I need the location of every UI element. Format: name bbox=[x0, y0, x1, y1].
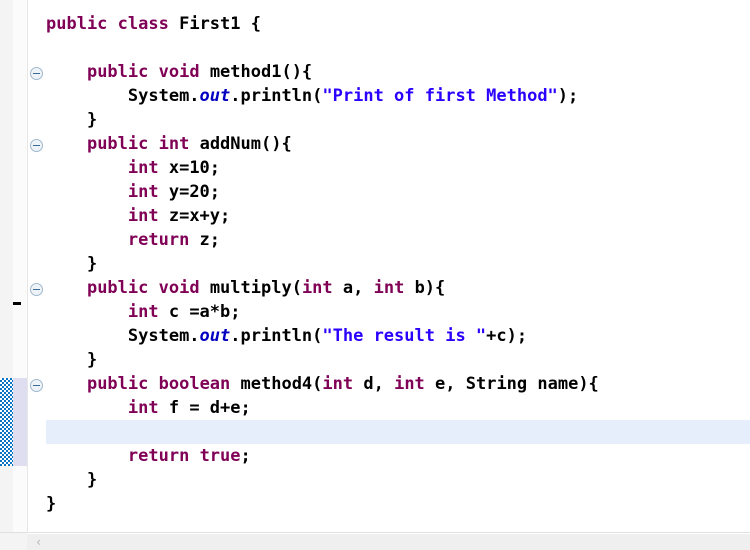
code-token: } bbox=[86, 110, 98, 130]
code-token: class bbox=[117, 14, 169, 34]
code-token: x=10; bbox=[158, 158, 221, 178]
code-token: } bbox=[46, 494, 57, 514]
code-token: y=20; bbox=[158, 182, 221, 202]
fold-widget-addnum[interactable] bbox=[30, 139, 43, 152]
code-token: ); bbox=[557, 86, 579, 106]
code-token: ; bbox=[240, 446, 251, 466]
fold-widget-method4[interactable] bbox=[30, 379, 43, 392]
code-token: out bbox=[199, 326, 231, 346]
code-token: int bbox=[127, 158, 159, 178]
code-line[interactable]: } bbox=[46, 108, 750, 132]
code-line[interactable]: int f = d+e; bbox=[46, 396, 750, 420]
code-line[interactable] bbox=[46, 36, 750, 60]
code-token: System. bbox=[127, 326, 200, 346]
code-token: int bbox=[322, 374, 354, 394]
code-token: } bbox=[86, 350, 98, 370]
code-line[interactable]: } bbox=[46, 492, 750, 516]
code-token: "The result is " bbox=[322, 326, 487, 346]
code-token: out bbox=[199, 86, 231, 106]
code-token: void bbox=[158, 278, 200, 298]
occurrence-marker-checker bbox=[0, 378, 13, 466]
fold-dash-multiply-end bbox=[13, 302, 21, 305]
fold-widget-multiply[interactable] bbox=[30, 283, 43, 296]
code-line[interactable]: public boolean method4(int d, int e, Str… bbox=[46, 372, 750, 396]
code-token: int bbox=[301, 278, 333, 298]
code-token: void bbox=[158, 62, 200, 82]
code-line[interactable]: public void multiply(int a, int b){ bbox=[46, 276, 750, 300]
scrollbar-corner bbox=[0, 533, 27, 550]
code-token: public bbox=[86, 374, 149, 394]
code-line[interactable]: System.out.println("Print of first Metho… bbox=[46, 84, 750, 108]
code-token: e, String name){ bbox=[424, 374, 599, 394]
java-code-editor[interactable]: public class First1 { public void method… bbox=[0, 0, 750, 550]
code-token: b){ bbox=[404, 278, 446, 298]
code-token: int bbox=[127, 182, 159, 202]
code-token: } bbox=[86, 470, 98, 490]
code-token: boolean bbox=[158, 374, 231, 394]
code-token: method1(){ bbox=[199, 62, 313, 82]
code-line[interactable]: int x=10; bbox=[46, 156, 750, 180]
code-token: addNum(){ bbox=[189, 134, 292, 154]
code-token: int bbox=[127, 398, 159, 418]
code-line[interactable]: return z; bbox=[46, 228, 750, 252]
code-line[interactable]: int z=x+y; bbox=[46, 204, 750, 228]
code-token: z; bbox=[189, 230, 221, 250]
code-line[interactable]: public int addNum(){ bbox=[46, 132, 750, 156]
code-token: int bbox=[394, 374, 425, 394]
code-token: .println( bbox=[230, 326, 323, 346]
code-token: public bbox=[46, 14, 108, 34]
code-token: public bbox=[86, 62, 149, 82]
code-line[interactable]: int y=20; bbox=[46, 180, 750, 204]
code-line[interactable]: } bbox=[46, 348, 750, 372]
scroll-left-arrow-icon[interactable]: ‹ bbox=[33, 536, 44, 548]
code-line[interactable]: return true; bbox=[46, 444, 750, 468]
code-token: +c); bbox=[486, 326, 528, 346]
code-token: c =a*b; bbox=[158, 302, 241, 322]
code-token: z=x+y; bbox=[158, 206, 231, 226]
code-token: .println( bbox=[230, 86, 323, 106]
code-token: d, bbox=[353, 374, 395, 394]
code-token: return bbox=[127, 230, 190, 250]
code-line[interactable]: public void method1(){ bbox=[46, 60, 750, 84]
code-token: a, bbox=[332, 278, 374, 298]
code-token: int bbox=[127, 206, 159, 226]
code-token: true bbox=[199, 446, 241, 466]
fold-widget-method1[interactable] bbox=[30, 67, 43, 80]
code-token: f = d+e; bbox=[158, 398, 251, 418]
code-line[interactable]: public class First1 { bbox=[46, 12, 750, 36]
current-line-highlight bbox=[46, 420, 750, 444]
code-token: public bbox=[86, 134, 149, 154]
code-token: int bbox=[373, 278, 405, 298]
horizontal-scrollbar[interactable]: ‹ bbox=[0, 533, 750, 550]
code-line[interactable]: } bbox=[46, 468, 750, 492]
code-token: return bbox=[127, 446, 190, 466]
code-token: int bbox=[158, 134, 190, 154]
code-line[interactable]: } bbox=[46, 252, 750, 276]
code-token: method4( bbox=[230, 374, 323, 394]
code-token: int bbox=[127, 302, 159, 322]
code-text-area[interactable]: public class First1 { public void method… bbox=[46, 0, 750, 533]
code-token: public bbox=[86, 278, 149, 298]
code-line[interactable]: System.out.println("The result is "+c); bbox=[46, 324, 750, 348]
code-token: System. bbox=[127, 86, 200, 106]
code-token: multiply( bbox=[199, 278, 302, 298]
code-token: First1 { bbox=[168, 14, 261, 34]
code-line[interactable]: int c =a*b; bbox=[46, 300, 750, 324]
change-band-method4 bbox=[13, 378, 27, 466]
code-token: "Print of first Method" bbox=[322, 86, 558, 106]
code-token: } bbox=[86, 254, 98, 274]
